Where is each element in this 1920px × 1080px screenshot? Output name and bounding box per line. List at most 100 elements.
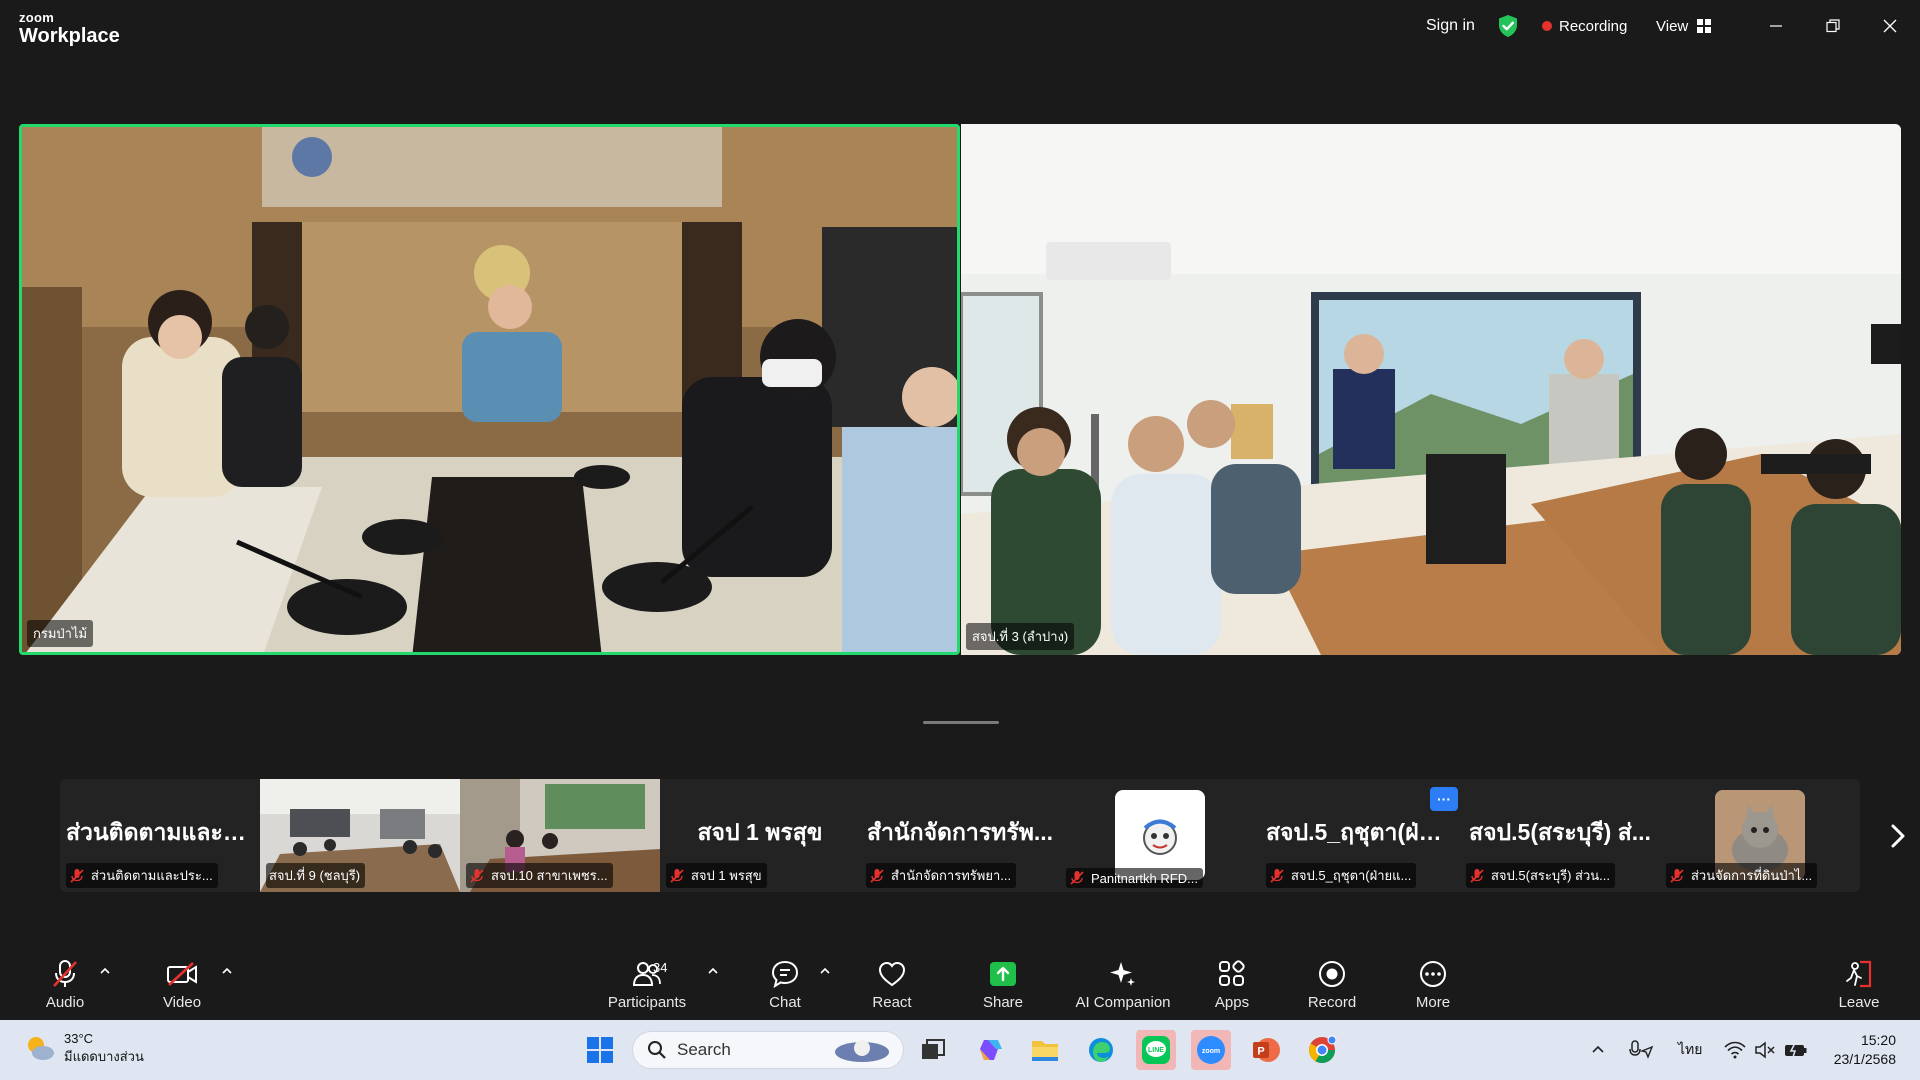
- participant-label-text: ส่วนจัดการที่ดินป่าไ...: [1691, 868, 1813, 883]
- mic-muted-icon: [470, 868, 484, 883]
- battery-charging-icon[interactable]: [1784, 1020, 1808, 1080]
- system-clock[interactable]: 15:20 23/1/2568: [1808, 1031, 1896, 1069]
- leave-door-icon: [1843, 958, 1875, 990]
- participants-icon: 34: [631, 958, 667, 990]
- participant-name-label: Panitnartkh RFD...: [1066, 868, 1203, 888]
- share-screen-button[interactable]: Share: [980, 946, 1026, 1020]
- edge-icon[interactable]: [1081, 1030, 1121, 1070]
- ai-companion-button[interactable]: AI Companion: [1075, 946, 1171, 1020]
- video-options-chevron-icon[interactable]: [220, 964, 234, 978]
- participant-name-label: สำนักจัดการทรัพยา...: [866, 863, 1017, 888]
- microphone-in-use-icon[interactable]: [1628, 1020, 1654, 1080]
- chat-bubble-icon: [769, 958, 801, 990]
- apps-label: Apps: [1214, 994, 1250, 1011]
- mic-muted-icon: [70, 868, 84, 883]
- close-window-icon[interactable]: [1875, 12, 1905, 40]
- share-screen-icon: [987, 958, 1019, 990]
- participant-name-label: กรมป่าไม้: [27, 620, 94, 647]
- volume-muted-icon[interactable]: [1754, 1020, 1776, 1080]
- apps-button[interactable]: Apps: [1212, 946, 1252, 1020]
- input-language-indicator[interactable]: ไทย: [1678, 1020, 1702, 1080]
- weather-widget[interactable]: 33°C มีแดดบางส่วน: [24, 1030, 144, 1066]
- gallery-tile[interactable]: สจป.ที่ 9 (ชลบุรี): [260, 779, 460, 892]
- record-button[interactable]: Record: [1305, 946, 1359, 1020]
- mic-muted-icon: [870, 868, 884, 883]
- ai-companion-label: AI Companion: [1075, 994, 1171, 1011]
- gallery-tile[interactable]: ส่วนติดตามและป... ส่วนติดตามและประ...: [60, 779, 260, 892]
- avatar: [1115, 790, 1205, 880]
- video-feed-forest-operation-center: [22, 127, 957, 652]
- participant-name-label: สจป 1 พรสุข: [666, 863, 767, 888]
- leave-label: Leave: [1838, 994, 1880, 1011]
- wifi-icon[interactable]: [1724, 1020, 1746, 1080]
- participant-gallery-strip: ส่วนติดตามและป... ส่วนติดตามและประ... สจ…: [60, 779, 1860, 892]
- audio-options-chevron-icon[interactable]: [98, 964, 112, 978]
- gallery-tile[interactable]: ส่วนจัดการที่ดินป่าไ...: [1660, 779, 1860, 892]
- react-label: React: [872, 994, 912, 1011]
- participant-more-options-icon[interactable]: ···: [1430, 787, 1458, 811]
- taskbar-search-box[interactable]: Search: [632, 1031, 904, 1069]
- participant-name-label: สจป.5_ฤชุตา(ฝ่ายแ...: [1266, 863, 1417, 888]
- participants-options-chevron-icon[interactable]: [706, 964, 720, 978]
- minimize-window-icon[interactable]: [1761, 12, 1791, 40]
- participants-label: Participants: [607, 994, 687, 1011]
- chat-options-chevron-icon[interactable]: [818, 964, 832, 978]
- windows-start-icon[interactable]: [580, 1030, 620, 1070]
- gallery-tile[interactable]: สำนักจัดการทรัพ... สำนักจัดการทรัพยา...: [860, 779, 1060, 892]
- video-tile-main-speaker[interactable]: กรมป่าไม้: [19, 124, 960, 655]
- layout-resize-handle[interactable]: [923, 721, 999, 724]
- show-hidden-icons-chevron-icon[interactable]: [1590, 1020, 1606, 1080]
- temperature-text: 33°C: [64, 1031, 94, 1046]
- gallery-next-page-icon[interactable]: [1883, 818, 1913, 854]
- participant-label-text: สจป.10 สาขาเพชร...: [491, 868, 608, 883]
- participant-display-name: สำนักจัดการทรัพ...: [866, 819, 1054, 845]
- video-tile-participant[interactable]: สจป.ที่ 3 (ลำปาง): [961, 124, 1901, 655]
- brand-small-text: zoom: [19, 10, 55, 25]
- search-placeholder: Search: [677, 1040, 731, 1059]
- participant-name-label: ส่วนจัดการที่ดินป่าไ...: [1666, 863, 1818, 888]
- participants-button[interactable]: 34 Participants: [600, 946, 694, 1020]
- restore-window-icon[interactable]: [1818, 12, 1848, 40]
- mic-muted-icon: [49, 958, 81, 990]
- audio-button[interactable]: Audio: [43, 946, 87, 1020]
- search-icon: [648, 1041, 666, 1059]
- security-shield-icon[interactable]: [1497, 0, 1519, 52]
- view-menu-button[interactable]: View: [1656, 0, 1712, 52]
- more-button[interactable]: More: [1413, 946, 1453, 1020]
- gallery-tile[interactable]: สจป.10 สาขาเพชร...: [460, 779, 660, 892]
- zoom-workplace-logo: zoom Workplace: [19, 11, 120, 46]
- leave-meeting-button[interactable]: Leave: [1837, 946, 1881, 1020]
- participant-display-name: สจป.5(สระบุรี) ส่...: [1469, 819, 1651, 845]
- participant-name-label: สจป.ที่ 9 (ชลบุรี): [266, 863, 366, 888]
- chat-label: Chat: [769, 994, 801, 1011]
- file-explorer-icon[interactable]: [1025, 1030, 1065, 1070]
- video-feed-lampang-office: [961, 124, 1901, 655]
- svg-text:LINE: LINE: [1148, 1047, 1164, 1054]
- mic-muted-icon: [1670, 868, 1684, 883]
- video-button[interactable]: Video: [160, 946, 204, 1020]
- powerpoint-icon[interactable]: P: [1246, 1030, 1286, 1070]
- sign-in-link[interactable]: Sign in: [1426, 0, 1475, 52]
- clock-time: 15:20: [1860, 1032, 1896, 1048]
- react-button[interactable]: React: [872, 946, 912, 1020]
- gallery-tile[interactable]: Panitnartkh RFD...: [1060, 779, 1260, 892]
- participant-label-text: สจป 1 พรสุข: [691, 868, 762, 883]
- line-icon[interactable]: LINE: [1136, 1030, 1176, 1070]
- chat-button[interactable]: Chat: [765, 946, 805, 1020]
- share-label: Share: [982, 994, 1024, 1011]
- participant-label-text: Panitnartkh RFD...: [1091, 870, 1198, 886]
- zoom-icon[interactable]: zoom: [1191, 1030, 1231, 1070]
- windows-taskbar: 33°C มีแดดบางส่วน Search LINE zoom P ไทย: [0, 1020, 1920, 1080]
- copilot-icon[interactable]: [970, 1030, 1010, 1070]
- svg-text:zoom: zoom: [1202, 1048, 1220, 1055]
- meeting-toolbar: Audio Video 34 Participants Chat React S…: [0, 946, 1920, 1020]
- recording-indicator[interactable]: Recording: [1542, 0, 1627, 52]
- view-label: View: [1656, 17, 1689, 35]
- task-view-icon[interactable]: [913, 1030, 953, 1070]
- gallery-tile[interactable]: สจป 1 พรสุข สจป 1 พรสุข: [660, 779, 860, 892]
- sparkle-icon: [1107, 958, 1139, 990]
- chrome-icon[interactable]: [1302, 1030, 1342, 1070]
- gallery-tile[interactable]: สจป.5(สระบุรี) ส่... สจป.5(สระบุรี) ส่วน…: [1460, 779, 1660, 892]
- participant-label-text: สำนักจัดการทรัพยา...: [891, 868, 1012, 883]
- mic-muted-icon: [1270, 868, 1284, 883]
